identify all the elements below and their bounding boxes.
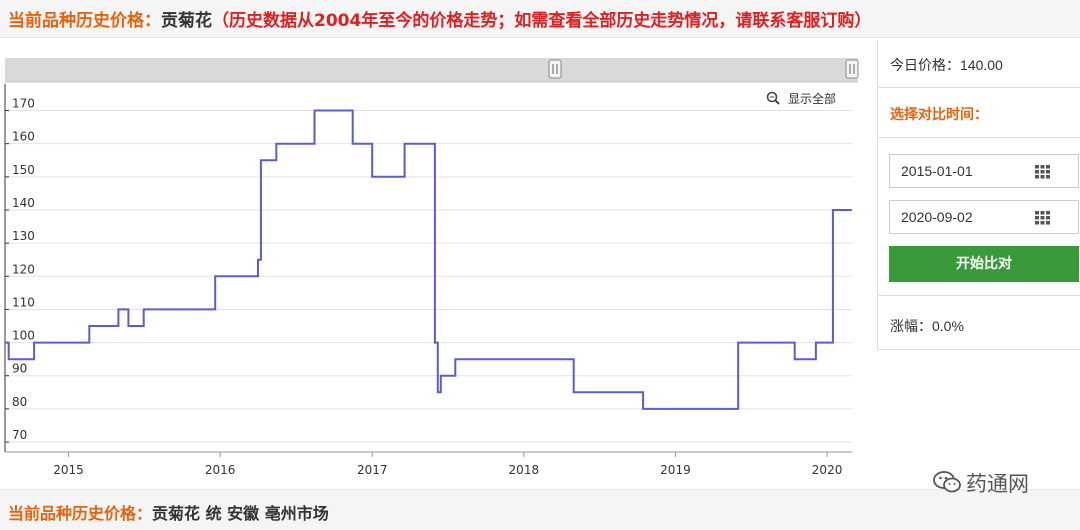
footer-info: 贡菊花 统 安徽 亳州市场: [152, 504, 329, 523]
start-date-field[interactable]: 2015-01-01: [889, 154, 1079, 188]
start-date-value[interactable]: 2015-01-01: [901, 163, 973, 179]
x-tick-label: 2020: [812, 463, 843, 477]
end-date-value[interactable]: 2020-09-02: [901, 209, 973, 225]
sidebar: 今日价格：140.00 选择对比时间： 2015-01-01 2020-09-0…: [877, 40, 1080, 350]
x-tick-label: 2018: [509, 463, 540, 477]
page-title: 当前品种历史价格：贡菊花（历史数据从2004年至今的价格走势；如需查看全部历史走…: [8, 6, 871, 31]
end-date-field[interactable]: 2020-09-02: [889, 200, 1079, 234]
compare-heading-section: 选择对比时间：: [878, 88, 1080, 138]
navigator-track[interactable]: [5, 58, 858, 82]
y-tick-label: 110: [12, 295, 35, 309]
calendar-icon[interactable]: [1035, 211, 1050, 225]
page-header: 当前品种历史价格：贡菊花（历史数据从2004年至今的价格走势；如需查看全部历史走…: [0, 0, 1080, 38]
price-series-line: [5, 109, 852, 410]
y-tick-label: 160: [12, 130, 35, 144]
y-tick-label: 130: [12, 229, 35, 243]
header-note: （历史数据从2004年至今的价格走势；如需查看全部历史走势情况，请联系客服订购）: [212, 11, 872, 31]
x-axis-ticks: 2015 2016 2017 2018 2019 2020: [53, 452, 842, 477]
y-axis-ticks: 70 80 90 100 110 120 130 140 150 160 170: [5, 97, 35, 443]
y-tick-label: 150: [12, 163, 35, 177]
today-price: 今日价格：140.00: [890, 57, 1003, 73]
show-all-button[interactable]: 显示全部: [766, 91, 837, 106]
watermark-text: 药通网: [966, 472, 1029, 496]
start-compare-button[interactable]: 开始比对: [889, 246, 1079, 282]
x-tick-label: 2016: [205, 463, 236, 477]
show-all-label[interactable]: 显示全部: [788, 91, 836, 106]
watermark: 药通网: [932, 466, 1062, 498]
grip-handle-icon[interactable]: [548, 59, 562, 79]
header-herb-name: 贡菊花: [161, 11, 212, 31]
x-tick-label: 2017: [357, 463, 388, 477]
y-tick-label: 80: [12, 395, 27, 409]
y-tick-label: 120: [12, 262, 35, 276]
navigator-left-handle[interactable]: [548, 59, 562, 79]
chart-gridlines: [5, 110, 852, 443]
y-tick-label: 100: [12, 329, 35, 343]
page-footer: 当前品种历史价格：贡菊花 统 安徽 亳州市场: [0, 489, 1080, 530]
today-price-section: 今日价格：140.00: [878, 40, 1080, 88]
y-tick-label: 70: [12, 428, 27, 442]
footer-label: 当前品种历史价格：: [8, 504, 153, 523]
calendar-icon[interactable]: [1035, 165, 1050, 179]
navigator-right-handle[interactable]: [845, 59, 859, 79]
footer-title: 当前品种历史价格：贡菊花 统 安徽 亳州市场: [8, 500, 329, 524]
x-tick-label: 2015: [53, 463, 84, 477]
y-tick-label: 90: [12, 362, 27, 376]
zoom-icon[interactable]: [766, 91, 780, 105]
price-line-layer: [4, 109, 853, 410]
compare-heading: 选择对比时间：: [890, 107, 988, 123]
x-tick-label: 2019: [660, 463, 691, 477]
price-chart: 708090100110120130140150160170 2015 2016 2…: [4, 58, 859, 477]
y-tick-label: 170: [12, 97, 35, 111]
wechat-icon: [933, 471, 961, 493]
header-label: 当前品种历史价格：: [8, 11, 161, 31]
y-tick-label: 140: [12, 196, 35, 210]
grip-handle-icon[interactable]: [845, 59, 859, 79]
price-chart-panel: 70 80 90 100 110 120 130 140 150 160 170 2015 2016 2…: [0, 40, 875, 484]
price-change: 涨幅：0.0%: [890, 318, 964, 334]
range-navigator[interactable]: [5, 58, 859, 83]
